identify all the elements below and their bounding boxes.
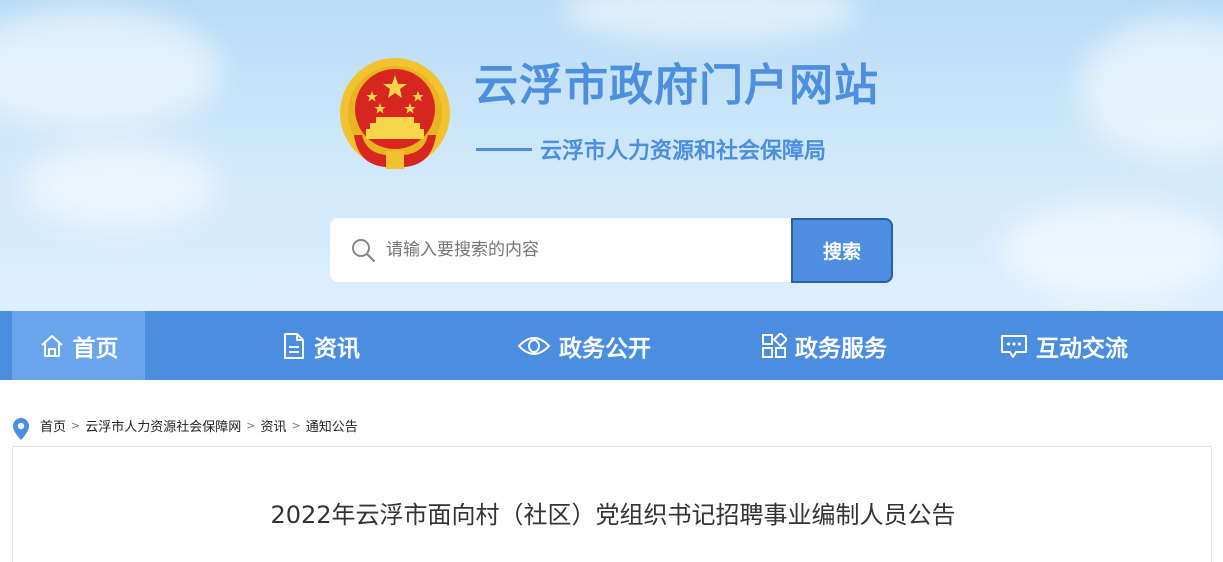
nav-item-gov-services[interactable]: 政务服务 [761, 311, 887, 380]
location-pin-icon [13, 418, 29, 440]
document-icon [284, 332, 304, 359]
search-button[interactable]: 搜索 [791, 218, 893, 283]
main-nav: 首页 资讯 政务公开 政务服务 互动交流 [0, 311, 1223, 380]
chat-icon [1001, 334, 1027, 358]
breadcrumb-separator: > [291, 418, 301, 432]
breadcrumb-separator: > [246, 418, 256, 432]
breadcrumb-news[interactable]: 资讯 [260, 416, 286, 435]
nav-item-label: 政务服务 [795, 335, 887, 362]
department-subtitle: 云浮市人力资源和社会保障局 [476, 132, 826, 166]
nav-item-interaction[interactable]: 互动交流 [1000, 311, 1128, 380]
site-header: 云浮市政府门户网站 云浮市人力资源和社会保障局 搜索 [0, 0, 1223, 311]
site-title: 云浮市政府门户网站 [474, 60, 879, 111]
nav-item-label: 互动交流 [1036, 335, 1128, 362]
search-box [330, 218, 792, 282]
eye-icon [517, 336, 551, 355]
home-icon [40, 334, 63, 357]
breadcrumb-notices[interactable]: 通知公告 [306, 416, 358, 435]
nav-item-news[interactable]: 资讯 [282, 311, 360, 380]
national-emblem-icon [340, 58, 450, 169]
breadcrumb: 首页 > 云浮市人力资源社会保障网 > 资讯 > 通知公告 [12, 410, 358, 440]
search-input[interactable] [386, 240, 766, 260]
article-title: 2022年云浮市面向村（社区）党组织书记招聘事业编制人员公告 [270, 501, 956, 529]
grid-icon [762, 332, 787, 358]
nav-item-gov-affairs-public[interactable]: 政务公开 [517, 311, 651, 380]
nav-item-label: 首页 [72, 335, 119, 362]
nav-item-label: 资讯 [314, 335, 360, 362]
article-container: 2022年云浮市面向村（社区）党组织书记招聘事业编制人员公告 [12, 446, 1212, 562]
nav-item-home[interactable]: 首页 [12, 311, 145, 380]
subtitle-dash [476, 147, 532, 151]
nav-item-label: 政务公开 [559, 335, 651, 362]
search-icon [352, 239, 376, 263]
breadcrumb-home[interactable]: 首页 [40, 416, 66, 435]
breadcrumb-separator: > [71, 418, 81, 432]
department-name: 云浮市人力资源和社会保障局 [540, 139, 827, 164]
breadcrumb-site[interactable]: 云浮市人力资源社会保障网 [85, 416, 241, 435]
